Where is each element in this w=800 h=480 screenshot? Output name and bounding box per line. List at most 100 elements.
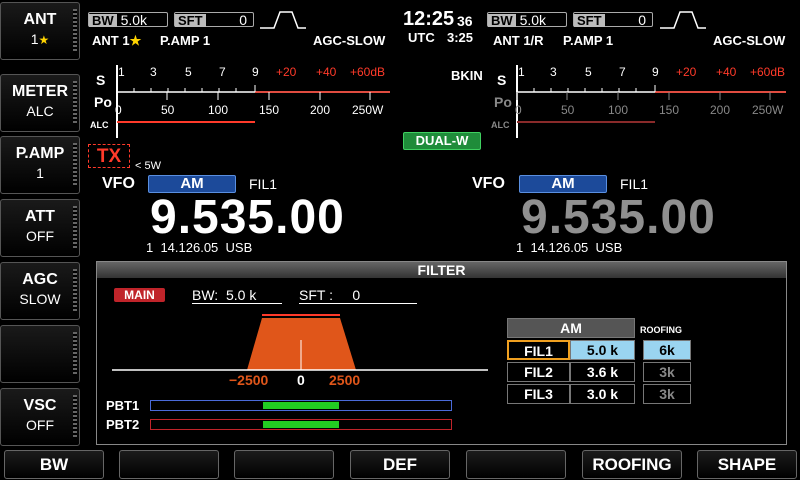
tx-indicator: TX xyxy=(88,144,130,168)
grip-icon xyxy=(73,81,77,125)
pamp-button-value: 1 xyxy=(36,165,44,181)
fil3-bw[interactable]: 3.0 k xyxy=(570,384,635,404)
pbt2-indicator xyxy=(263,421,339,428)
empty-side-button[interactable] xyxy=(0,325,80,383)
pbt1-bar[interactable] xyxy=(150,400,452,411)
empty-bottom-button-3[interactable] xyxy=(234,450,334,479)
grip-icon xyxy=(73,143,77,187)
agc-button[interactable]: AGC SLOW xyxy=(0,262,80,320)
clock-seconds: 36 xyxy=(457,13,473,29)
main-s-tick: 5 xyxy=(185,65,192,79)
filter-bw-text: BW: 5.0 k xyxy=(192,287,282,304)
pamp-button[interactable]: P.AMP 1 xyxy=(0,136,80,194)
filter-shape-icon xyxy=(660,11,706,29)
main-s-tick: 7 xyxy=(219,65,226,79)
utc-time: 3:25 xyxy=(447,30,474,45)
main-po-tick: 200 xyxy=(310,103,330,117)
tx-power: < 5W xyxy=(135,160,161,172)
ant-button-title: ANT xyxy=(23,11,57,28)
sub-s-tick: 9 xyxy=(652,65,659,79)
sub-sft-value: 0 xyxy=(638,12,646,28)
att-button-title: ATT xyxy=(25,208,55,225)
ant-button-value: 1 xyxy=(30,31,39,47)
sub-meter-s-label: S xyxy=(497,72,506,88)
filter-sft-text: SFT : 0 xyxy=(299,287,417,304)
fil2-name[interactable]: FIL2 xyxy=(507,362,570,382)
passband-right-label: 2500 xyxy=(329,372,361,388)
vsc-button-title: VSC xyxy=(23,397,57,414)
main-pamp-label: P.AMP 1 xyxy=(160,33,211,48)
bw-button[interactable]: BW xyxy=(4,450,104,479)
main-s-tick: 1 xyxy=(118,65,125,79)
main-frequency[interactable]: 9.535.00 xyxy=(150,190,345,245)
sub-pamp-label: P.AMP 1 xyxy=(563,33,614,48)
agc-button-value: SLOW xyxy=(19,291,61,307)
fil1-bw[interactable]: 5.0 k xyxy=(570,340,635,360)
main-sft-chip: SFT 0 xyxy=(174,12,254,28)
star-icon: ★ xyxy=(129,33,142,48)
def-button[interactable]: DEF xyxy=(350,450,450,479)
sub-po-tick: 150 xyxy=(659,103,679,117)
fil2-bw[interactable]: 3.6 k xyxy=(570,362,635,382)
meter-button[interactable]: METER ALC xyxy=(0,74,80,132)
pamp-button-title: P.AMP xyxy=(15,145,65,162)
sub-vfo-label: VFO xyxy=(472,175,505,192)
roofing-title: ROOFING xyxy=(640,325,682,335)
shape-button[interactable]: SHAPE xyxy=(697,450,797,479)
main-po-tick: 150 xyxy=(259,103,279,117)
main-s-tick: +40 xyxy=(316,65,337,79)
main-po-tick: 100 xyxy=(208,103,228,117)
vsc-button[interactable]: VSC OFF xyxy=(0,388,80,446)
main-po-tick: 250W xyxy=(352,103,384,117)
main-sft-value: 0 xyxy=(239,12,247,28)
main-s-tick: +20 xyxy=(276,65,297,79)
passband-diagram xyxy=(112,314,488,371)
main-bw-chip: BW 5.0k xyxy=(88,12,168,28)
main-sft-key: SFT xyxy=(175,14,206,27)
pbt2-bar[interactable] xyxy=(150,419,452,430)
vsc-button-value: OFF xyxy=(26,417,54,433)
star-icon: ★ xyxy=(38,33,50,47)
sub-bw-value: 5.0k xyxy=(519,12,547,28)
sub-bw-chip: BW 5.0k xyxy=(487,12,567,28)
dual-w-badge[interactable]: DUAL-W xyxy=(403,132,481,150)
main-memo: 1 14.126.05 USB xyxy=(146,240,253,255)
grip-icon xyxy=(73,332,77,376)
bkin-label: BKIN xyxy=(451,68,483,83)
grip-icon xyxy=(73,9,77,53)
sub-sft-chip: SFT 0 xyxy=(573,12,653,28)
main-bw-value: 5.0k xyxy=(120,12,148,28)
main-meter-po-label: Po xyxy=(94,94,112,110)
roofing-fil3[interactable]: 3k xyxy=(643,384,691,404)
roofing-fil1[interactable]: 6k xyxy=(643,340,691,360)
pbt2-label: PBT2 xyxy=(106,417,140,432)
grip-icon xyxy=(73,269,77,313)
main-po-tick: 0 xyxy=(115,103,122,117)
roofing-fil2[interactable]: 3k xyxy=(643,362,691,382)
roofing-button[interactable]: ROOFING xyxy=(582,450,682,479)
main-meter-alc-label: ALC xyxy=(90,120,109,130)
sub-s-tick: +60dB xyxy=(750,65,785,79)
sub-s-tick: +20 xyxy=(676,65,697,79)
sub-frequency[interactable]: 9.535.00 xyxy=(521,190,716,245)
att-button[interactable]: ATT OFF xyxy=(0,199,80,257)
main-po-tick: 50 xyxy=(161,103,175,117)
sub-po-tick: 50 xyxy=(561,103,575,117)
sub-po-tick: 100 xyxy=(608,103,628,117)
passband-center-label: 0 xyxy=(297,372,305,388)
empty-bottom-button-5[interactable] xyxy=(466,450,566,479)
fil1-name[interactable]: FIL1 xyxy=(507,340,570,360)
empty-bottom-button-2[interactable] xyxy=(119,450,219,479)
filter-panel-title: FILTER xyxy=(97,262,786,278)
sub-s-tick: +40 xyxy=(716,65,737,79)
sub-ant-label: ANT 1/R xyxy=(493,33,544,48)
main-ant-label: ANT 1★ xyxy=(92,33,141,49)
sub-s-tick: 1 xyxy=(518,65,525,79)
att-button-value: OFF xyxy=(26,228,54,244)
fil3-name[interactable]: FIL3 xyxy=(507,384,570,404)
main-agc-label: AGC-SLOW xyxy=(313,33,386,48)
pbt1-label: PBT1 xyxy=(106,398,140,413)
sub-s-tick: 7 xyxy=(619,65,626,79)
sub-bw-key: BW xyxy=(488,14,516,27)
ant-button[interactable]: ANT 1★ xyxy=(0,2,80,60)
